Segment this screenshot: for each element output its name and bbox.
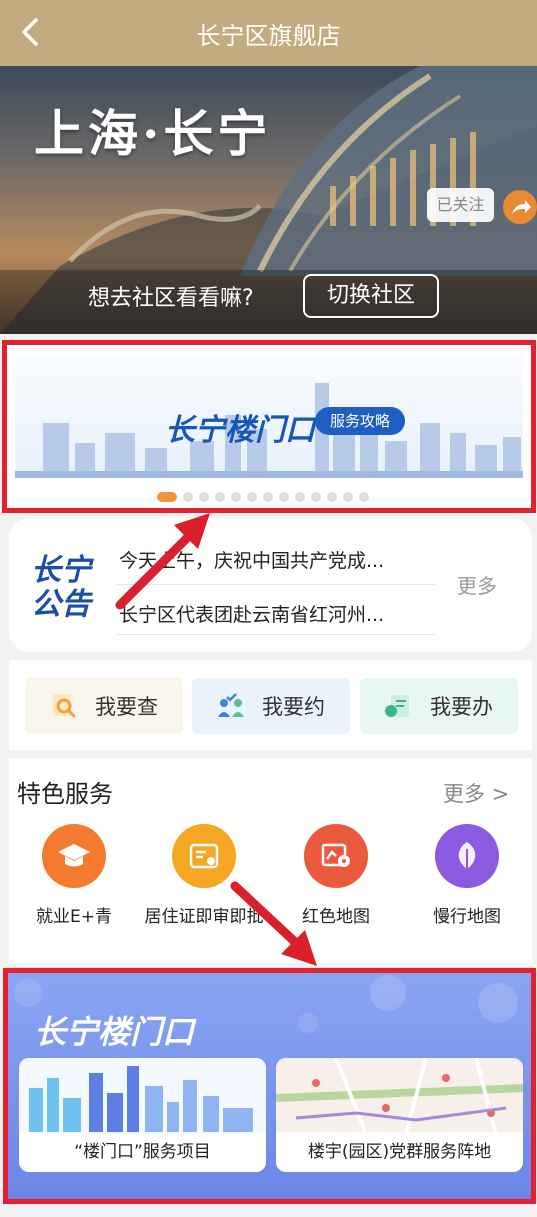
services-more-link[interactable]: 更多 > [443,778,509,808]
carousel-dot[interactable] [311,492,321,502]
city-illustration [19,1058,266,1134]
carousel-dot[interactable] [183,492,193,502]
carousel-highlight-frame: 长宁楼门口 服务攻略 [2,340,536,513]
share-button[interactable] [503,190,537,224]
card-caption: 楼宇(园区)党群服务阵地 [276,1132,523,1172]
service-label: 居住证即审即批 [144,907,264,927]
carousel-dot[interactable] [295,492,305,502]
service-projects-card[interactable]: “楼门口”服务项目 [19,1058,266,1172]
services-heading: 特色服务 [17,780,113,808]
leaf-icon [435,824,499,888]
carousel-dot[interactable] [231,492,241,502]
carousel-dot[interactable] [279,492,289,502]
share-icon [512,200,531,214]
service-label: 慢行地图 [433,907,501,927]
query-button[interactable]: 我要查 [25,678,183,734]
bottom-promo-highlight-frame: 长宁楼门口 “楼门口”服务项目 楼宇(园区)党群服务阵地 [3,968,536,1204]
service-label: 红色地图 [302,907,370,927]
appointment-button[interactable]: 我要约 [192,678,350,734]
handle-label: 我要办 [430,695,493,719]
announcement-more-link[interactable]: 更多 [457,570,497,599]
featured-services: 特色服务 更多 > 就业E+青 居住证即审即批 红色地图 慢行地图 [9,758,532,963]
banner-logo: 长宁楼门口 [165,413,315,448]
service-guide-tag[interactable]: 服务攻略 [315,407,405,435]
carousel-banner[interactable]: 长宁楼门口 服务攻略 [15,353,523,478]
page-title: 长宁区旗舰店 [196,22,341,50]
service-employment[interactable]: 就业E+青 [9,824,139,927]
top-bar: 长宁区旗舰店 [0,0,537,66]
hero-banner: 上海·长宁 已关注 想去社区看看嘛? 切换社区 [0,66,537,334]
handle-button[interactable]: 我要办 [360,678,518,734]
handle-icon [385,695,409,717]
city-title: 上海·长宁 [34,104,272,163]
bottom-promo-logo: 长宁楼门口 [34,1013,195,1051]
carousel-dot[interactable] [359,492,369,502]
carousel-dot[interactable] [327,492,337,502]
service-red-map[interactable]: 红色地图 [271,824,401,927]
announcement-item[interactable]: 长宁区代表团赴云南省红河州... [119,600,429,627]
id-card-icon [172,824,236,888]
appointment-icon [218,693,244,717]
quick-actions: 我要查 我要约 我要办 [9,660,532,750]
card-caption: “楼门口”服务项目 [19,1132,266,1172]
announcement-logo: 长宁公告 [31,553,91,622]
carousel-dot[interactable] [263,492,273,502]
carousel-dot[interactable] [247,492,257,502]
service-slow-walk-map[interactable]: 慢行地图 [402,824,532,927]
community-question: 想去社区看看嘛? [88,286,254,311]
service-label: 就业E+青 [36,907,112,927]
follow-button[interactable]: 已关注 [427,188,494,222]
appointment-label: 我要约 [262,695,325,719]
map-illustration [276,1058,523,1134]
community-strip [0,270,537,334]
carousel-dot[interactable] [199,492,209,502]
carousel-pagination [157,492,369,504]
carousel-dot[interactable] [215,492,225,502]
carousel-dot[interactable] [343,492,353,502]
carousel-dot[interactable] [157,492,177,502]
announcement-item[interactable]: 今天上午，庆祝中国共产党成... [119,546,429,573]
party-service-map-card[interactable]: 楼宇(园区)党群服务阵地 [276,1058,523,1172]
query-label: 我要查 [95,695,158,719]
graduation-cap-icon [42,824,106,888]
service-residence-permit[interactable]: 居住证即审即批 [139,824,269,927]
red-map-icon [304,824,368,888]
search-doc-icon [53,694,76,718]
divider [117,584,435,585]
switch-community-button[interactable]: 切换社区 [303,274,439,318]
divider [117,634,435,635]
announcement-card: 长宁公告 今天上午，庆祝中国共产党成... 长宁区代表团赴云南省红河州... 更… [9,518,532,652]
